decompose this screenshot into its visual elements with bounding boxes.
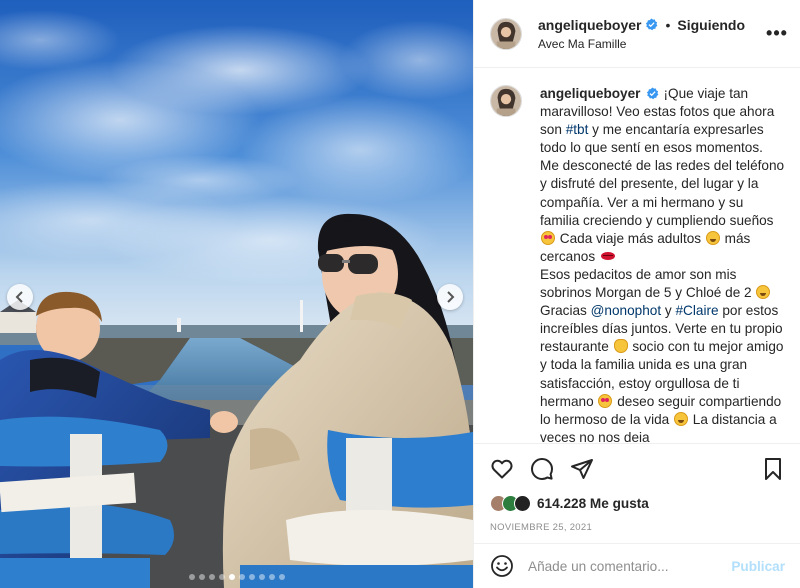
- author-username[interactable]: angeliqueboyer: [538, 17, 641, 33]
- liker-avatar: [514, 494, 531, 512]
- comments-section: angeliqueboyer ¡Que viaje tan maravillos…: [474, 69, 800, 442]
- post-caption: angeliqueboyer ¡Que viaje tan maravillos…: [540, 85, 785, 442]
- author-info: angeliqueboyer • Siguiendo Avec Ma Famil…: [538, 17, 765, 51]
- verified-badge-icon: [646, 18, 658, 31]
- grin-emoji-icon: [705, 230, 720, 245]
- likes-number: 614.228: [537, 495, 587, 511]
- bookmark-icon: [765, 458, 781, 480]
- caption-username[interactable]: angeliqueboyer: [540, 86, 640, 101]
- lips-emoji-icon: [600, 249, 616, 263]
- add-comment-bar: Publicar: [474, 543, 800, 588]
- avatar-image: [491, 86, 521, 116]
- following-button[interactable]: Siguiendo: [677, 17, 745, 33]
- carousel-prev-button[interactable]: [7, 284, 33, 310]
- carousel-dot: [198, 574, 205, 580]
- author-avatar[interactable]: [490, 17, 522, 50]
- caption-text: ¡Que viaje tan maravilloso! Veo estas fo…: [540, 86, 784, 442]
- likes-row[interactable]: 614.228 Me gusta: [490, 494, 785, 512]
- carousel-dot: [218, 574, 225, 580]
- carousel-dot: [248, 574, 255, 580]
- chevron-left-icon: [15, 291, 23, 303]
- caption-text-segment: Cada viaje más adultos: [556, 230, 705, 246]
- likes-label: Me gusta: [589, 495, 649, 511]
- clap-emoji-icon: [613, 339, 628, 354]
- verified-badge-icon: [647, 87, 659, 100]
- caption-text-segment: y: [661, 303, 676, 319]
- caption-author-avatar[interactable]: [490, 85, 522, 117]
- comment-button[interactable]: [530, 457, 554, 481]
- post-date[interactable]: NOVIEMBRE 25, 2021: [490, 522, 785, 533]
- caption-text-segment: Esos pedacitos de amor son mis sobrinos …: [540, 266, 756, 301]
- action-bar: [490, 444, 785, 494]
- more-options-button[interactable]: •••: [765, 22, 789, 46]
- header-separator: •: [665, 16, 671, 33]
- caption-link[interactable]: #Claire: [675, 303, 718, 318]
- publish-button[interactable]: Publicar: [731, 559, 785, 574]
- carousel-dot: [268, 574, 275, 580]
- liker-avatars: [490, 494, 531, 512]
- post-actions: 614.228 Me gusta NOVIEMBRE 25, 2021: [474, 443, 800, 533]
- heart-eyes-emoji-icon: [598, 393, 613, 408]
- caption-text-segment: y me encantaría expresarles todo lo que …: [540, 122, 785, 228]
- heart-eyes-emoji-icon: [541, 230, 555, 245]
- chevron-right-icon: [447, 291, 455, 303]
- carousel-next-button[interactable]: [437, 284, 463, 310]
- caption-link[interactable]: #tbt: [566, 122, 589, 137]
- carousel-dot: [238, 574, 245, 580]
- like-button[interactable]: [490, 457, 514, 481]
- more-horizontal-icon: •••: [766, 23, 788, 43]
- post-side-panel: angeliqueboyer • Siguiendo Avec Ma Famil…: [473, 0, 800, 588]
- heart-icon: [491, 459, 513, 479]
- share-button[interactable]: [570, 457, 594, 481]
- caption-text-segment: Gracias: [540, 303, 591, 319]
- likes-count[interactable]: 614.228 Me gusta: [537, 496, 649, 511]
- carousel-dot: [208, 574, 215, 580]
- save-button[interactable]: [761, 457, 785, 481]
- post-photo[interactable]: [0, 0, 473, 588]
- caption-row: angeliqueboyer ¡Que viaje tan maravillos…: [490, 85, 785, 442]
- avatar-image: [491, 18, 521, 49]
- carousel-dot: [188, 574, 195, 580]
- comment-icon: [531, 458, 553, 480]
- carousel-dot: [278, 574, 285, 580]
- comment-input[interactable]: [528, 558, 732, 574]
- carousel-indicator: [0, 574, 473, 580]
- smile-emoji-icon: [756, 285, 771, 300]
- post-header: angeliqueboyer • Siguiendo Avec Ma Famil…: [474, 0, 800, 68]
- caption-link[interactable]: @nonophot: [591, 303, 662, 318]
- photo-scene: [0, 0, 473, 588]
- post-location[interactable]: Avec Ma Famille: [538, 37, 765, 51]
- carousel-dot: [258, 574, 265, 580]
- send-icon: [571, 459, 593, 479]
- smile-emoji-icon: [674, 411, 688, 426]
- carousel-dot: [228, 574, 235, 580]
- smiley-icon: [491, 555, 513, 577]
- emoji-picker-button[interactable]: [490, 554, 514, 578]
